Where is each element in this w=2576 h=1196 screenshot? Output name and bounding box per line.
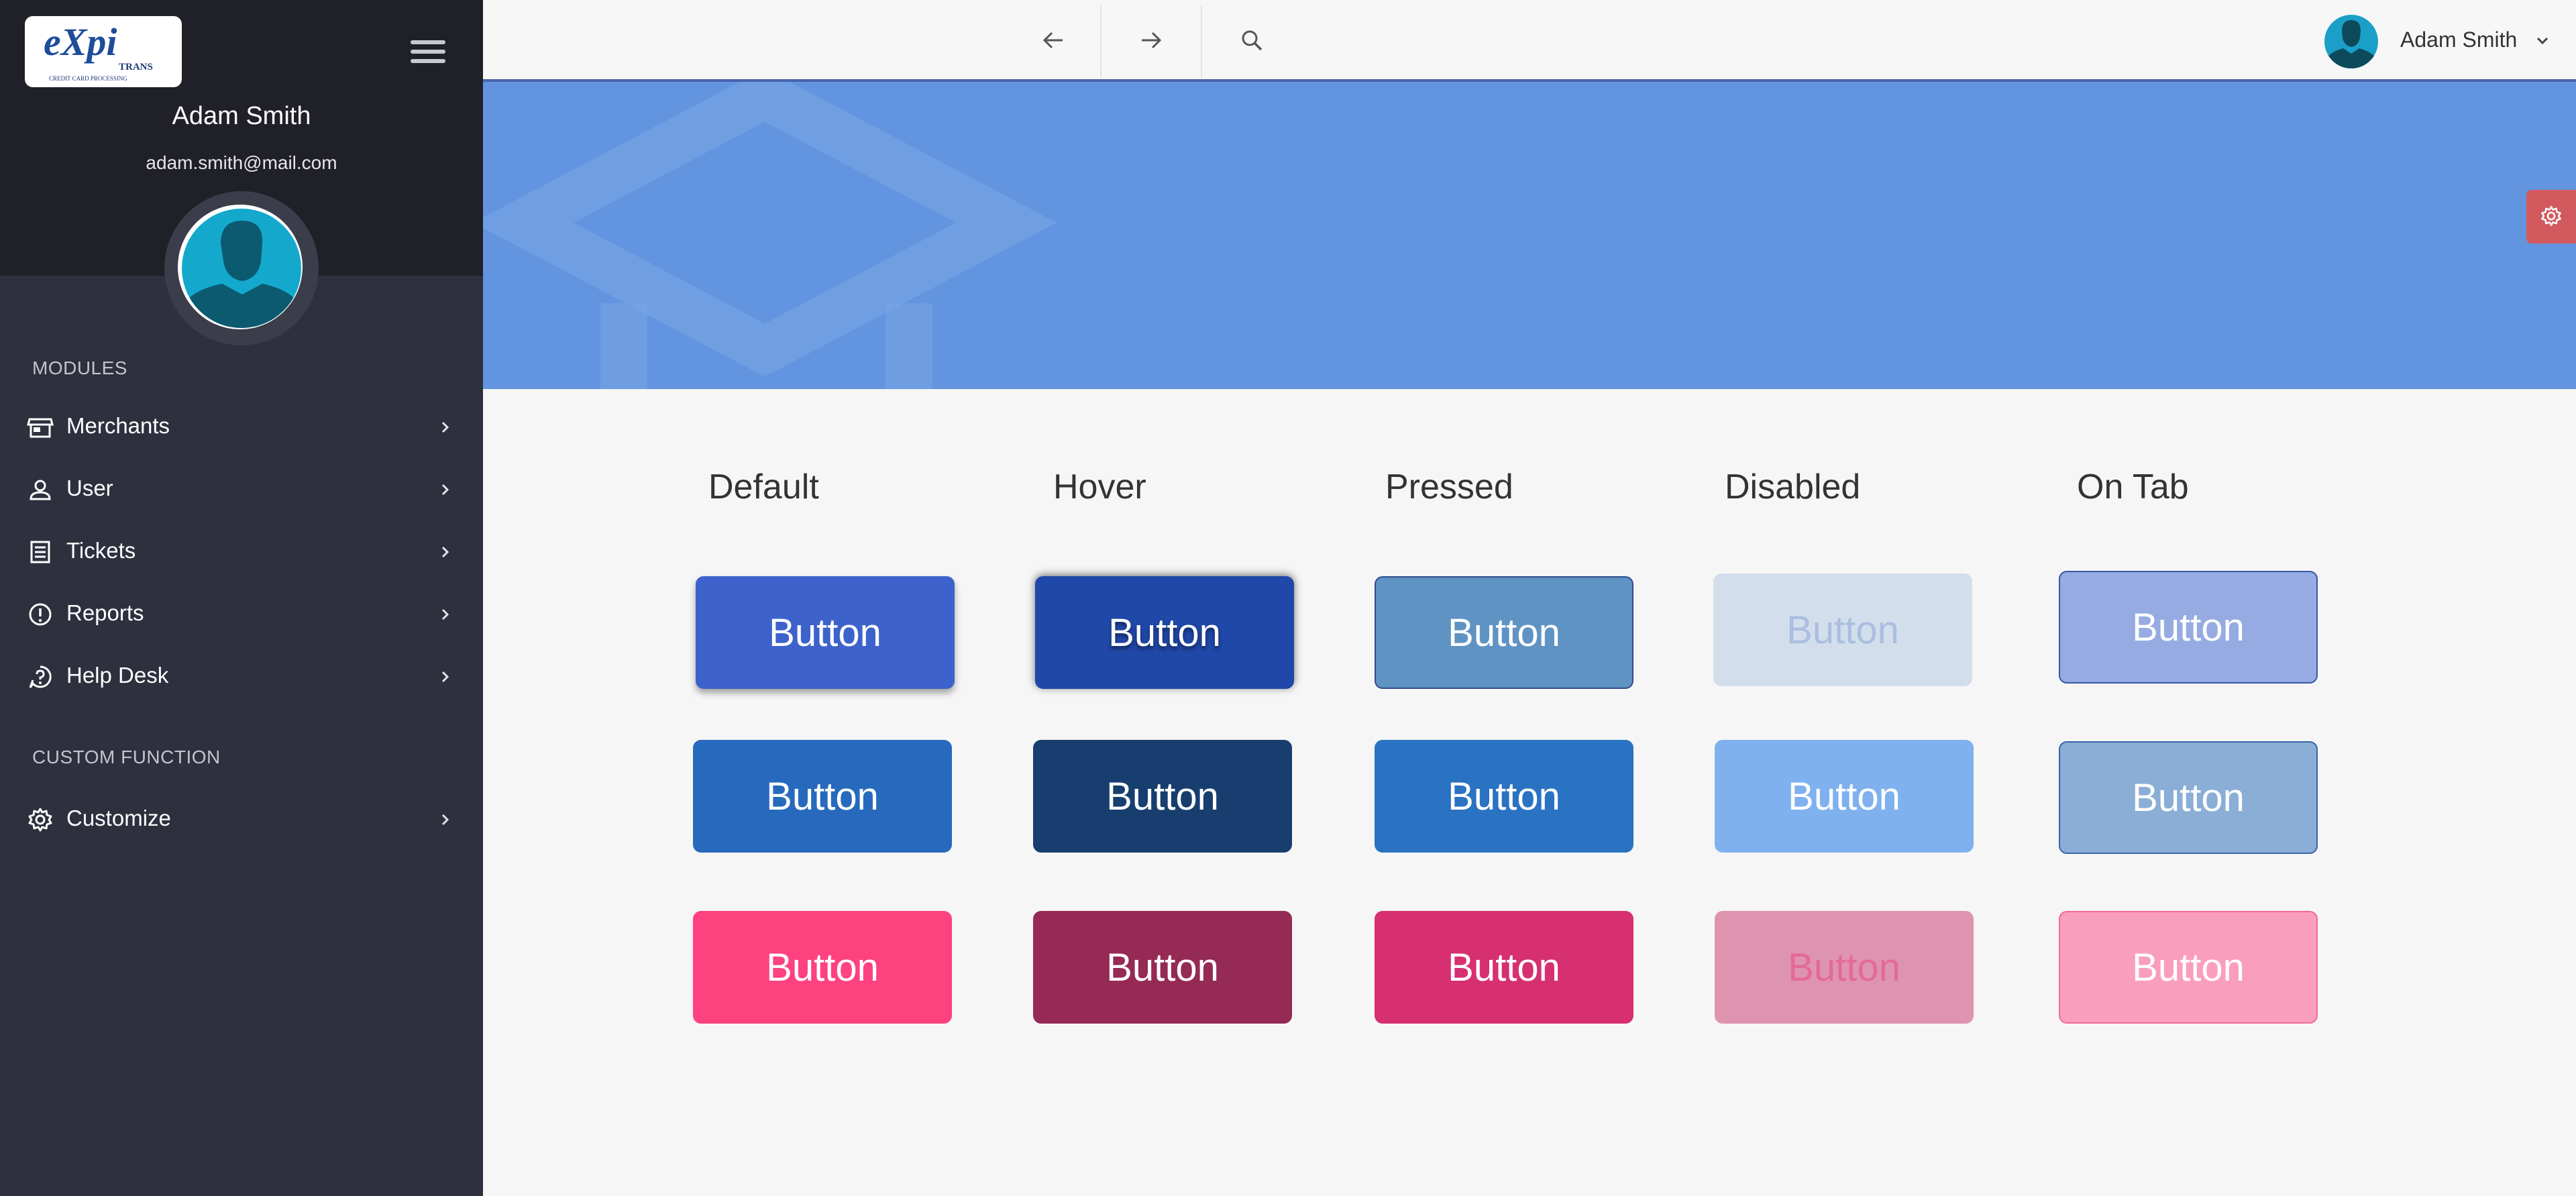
sidebar-item-tickets[interactable]: Tickets [0,525,483,579]
sidebar-item-label: Merchants [66,413,170,438]
arrow-right-icon [1142,32,1162,49]
search-button[interactable] [1202,0,1301,79]
chevron-right-icon [441,671,449,683]
button-pink-default[interactable]: Button [693,911,952,1024]
sidebar-item-user[interactable]: User [0,463,483,517]
gear-icon [2541,206,2561,226]
sidebar-item-label: Customize [66,806,171,830]
button-pink-hover[interactable]: Button [1033,911,1292,1024]
chevron-down-icon [2536,37,2548,45]
sidebar-item-label: Tickets [66,538,136,563]
user-silhouette-icon [182,209,301,328]
button-blue-pressed[interactable]: Button [1375,576,1633,689]
brand-logo[interactable]: eXpi TRANS CREDIT CARD PROCESSING [25,16,182,87]
store-icon [27,418,54,438]
settings-panel-toggle[interactable] [2526,190,2576,243]
column-heading-on-tab: On Tab [2077,468,2189,506]
chevron-right-icon [441,484,449,496]
button-dark-blue-hover[interactable]: Button [1033,740,1292,853]
button-pink-disabled: Button [1715,911,1974,1024]
hero-banner [483,82,2576,389]
profile-avatar[interactable] [164,191,319,345]
button-pink-pressed[interactable]: Button [1375,911,1633,1024]
button-dark-blue-on-tab[interactable]: Button [2059,741,2318,854]
user-silhouette-icon [2324,20,2378,68]
svg-text:eXpi: eXpi [44,20,117,64]
list-icon [30,541,50,563]
column-heading-disabled: Disabled [1725,468,1861,506]
top-bar: Adam Smith [483,0,2576,82]
user-menu[interactable]: Adam Smith [2324,12,2566,70]
back-button[interactable] [1004,0,1103,79]
chevron-right-icon [441,546,449,558]
button-blue-on-tab[interactable]: Button [2059,571,2318,684]
hat-watermark-icon [483,82,1057,389]
button-dark-blue-pressed[interactable]: Button [1375,740,1633,853]
sidebar-item-label: User [66,476,113,500]
arrow-left-icon [1042,32,1063,49]
column-heading-pressed: Pressed [1385,468,1513,506]
column-heading-hover: Hover [1053,468,1146,506]
sidebar-item-help-desk[interactable]: Help Desk [0,650,483,704]
sidebar-item-reports[interactable]: Reports [0,588,483,641]
section-label-modules: MODULES [32,358,127,378]
forward-button[interactable] [1102,0,1201,79]
topbar-user-name: Adam Smith [2400,28,2518,52]
user-icon [30,480,51,500]
chevron-right-icon [441,814,449,826]
sidebar-item-merchants[interactable]: Merchants [0,400,483,454]
svg-text:TRANS: TRANS [119,62,153,72]
button-dark-blue-default[interactable]: Button [693,740,952,853]
menu-toggle-icon[interactable] [411,39,445,66]
sidebar-item-customize[interactable]: Customize [0,793,483,847]
button-dark-blue-disabled: Button [1715,740,1974,853]
button-blue-disabled: Button [1713,574,1972,686]
help-icon [29,665,52,688]
button-blue-default[interactable]: Button [696,576,955,689]
column-heading-default: Default [708,468,819,506]
gear-icon [28,808,52,832]
sidebar-item-label: Help Desk [66,663,169,688]
avatar [2324,15,2378,68]
sidebar-item-label: Reports [66,600,144,625]
button-pink-on-tab[interactable]: Button [2059,911,2318,1024]
sidebar-user-email: adam.smith@mail.com [146,152,337,173]
sidebar: eXpi TRANS CREDIT CARD PROCESSING Adam S… [0,0,483,1196]
search-icon [1242,30,1263,51]
alert-circle-icon [29,603,52,626]
svg-text:CREDIT CARD PROCESSING: CREDIT CARD PROCESSING [49,75,127,82]
chevron-right-icon [441,608,449,620]
button-blue-hover[interactable]: Button [1035,576,1294,689]
sidebar-user-name: Adam Smith [172,102,311,130]
chevron-right-icon [441,421,449,433]
section-label-custom-function: CUSTOM FUNCTION [32,747,221,767]
